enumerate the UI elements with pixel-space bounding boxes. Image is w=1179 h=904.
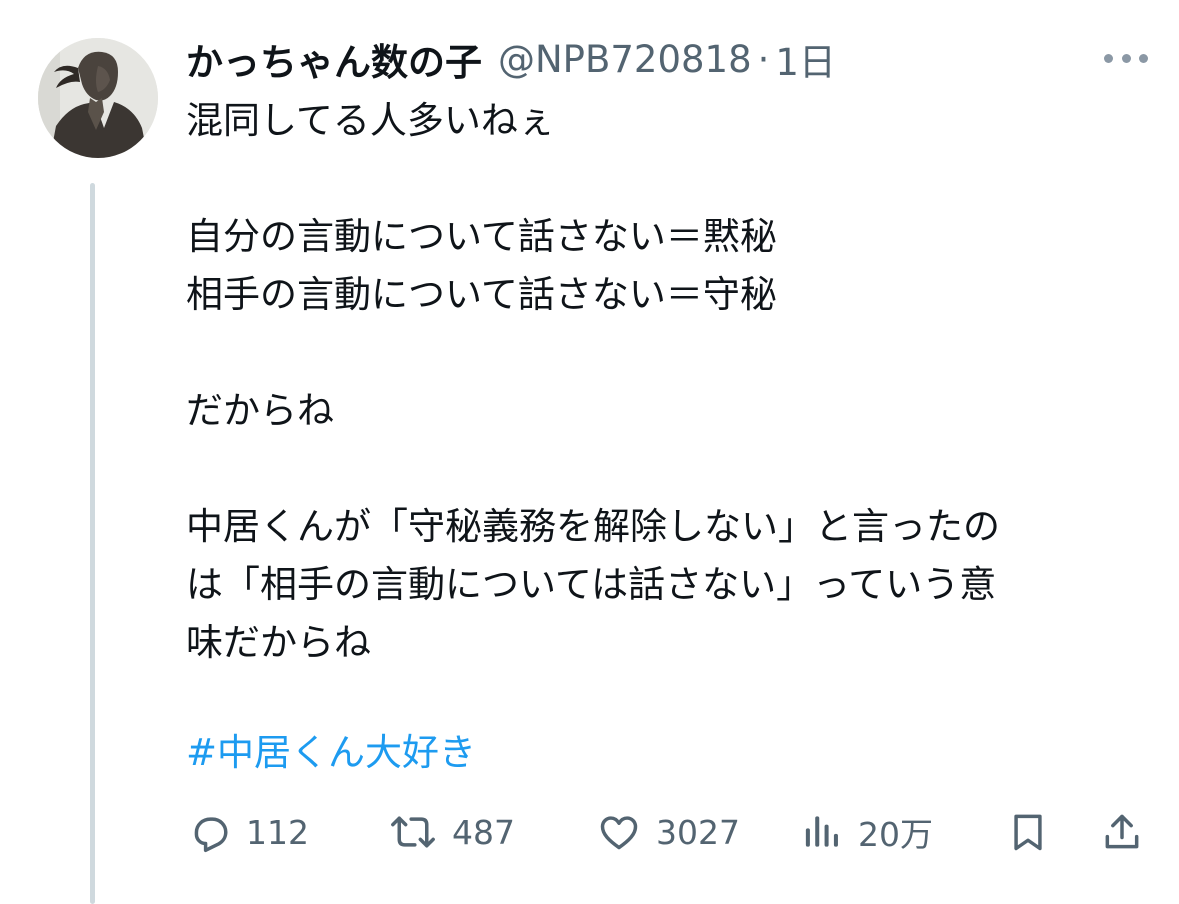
bookmark-button[interactable] <box>1006 800 1050 864</box>
tweet-action-bar: 112 487 3027 20万 <box>0 800 1179 864</box>
reply-button[interactable]: 112 <box>188 800 309 864</box>
tweet-header: かっちゃん数の子 @NPB720818 · 1日 <box>186 30 836 88</box>
tweet-text-line: だからね <box>186 389 334 432</box>
like-button[interactable]: 3027 <box>596 800 740 864</box>
tweet-text-line: 相手の言動について話さない＝守秘 <box>186 273 777 316</box>
tweet-text-line <box>186 324 1136 382</box>
views-chart-icon <box>800 810 844 854</box>
more-dot <box>1104 53 1113 63</box>
author-handle[interactable]: @NPB720818 <box>498 38 752 81</box>
tweet-text-line: 味だからね <box>186 621 371 664</box>
views-count: 20万 <box>858 815 933 854</box>
retweet-icon <box>388 810 438 854</box>
share-icon <box>1100 810 1144 854</box>
avatar[interactable] <box>38 38 158 158</box>
tweet-text-line: は「相手の言動については話さない」っていう意 <box>186 563 997 606</box>
bookmark-icon <box>1006 810 1050 854</box>
share-button[interactable] <box>1100 800 1144 864</box>
tweet-text-line <box>186 150 1136 208</box>
tweet-text-line: 自分の言動について話さない＝黙秘 <box>186 215 777 258</box>
more-dot <box>1139 53 1148 63</box>
header-separator: · <box>757 37 770 81</box>
views-button[interactable]: 20万 <box>800 800 933 864</box>
tweet-text-line <box>186 440 1136 498</box>
thread-connector-line <box>90 183 95 904</box>
tweet-timestamp[interactable]: 1日 <box>775 32 836 86</box>
hashtag-link[interactable]: #中居くん大好き <box>186 723 476 783</box>
more-dot <box>1121 53 1131 63</box>
retweet-count: 487 <box>452 812 515 852</box>
tweet-text-line: 中居くんが「守秘義務を解除しない」と言ったの <box>186 505 1000 548</box>
reply-count: 112 <box>246 812 309 852</box>
author-display-name[interactable]: かっちゃん数の子 <box>186 32 482 86</box>
retweet-button[interactable]: 487 <box>388 800 515 864</box>
more-options-icon[interactable] <box>1104 48 1148 68</box>
reply-icon <box>188 810 232 854</box>
tweet-text-line: 混同してる人多いねぇ <box>186 99 555 142</box>
heart-icon <box>596 810 642 854</box>
like-count: 3027 <box>656 812 740 852</box>
tweet-body: 混同してる人多いねぇ 自分の言動について話さない＝黙秘 相手の言動について話さな… <box>186 92 1136 672</box>
